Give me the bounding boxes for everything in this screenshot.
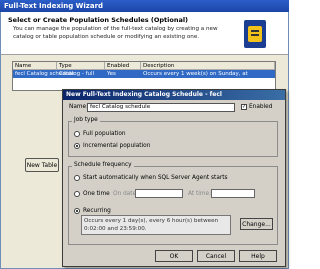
column-header-name[interactable]: Name xyxy=(13,62,57,70)
new-table-button[interactable]: New Table xyxy=(25,158,59,172)
enabled-label: Enabled xyxy=(249,104,273,110)
name-label: Name: xyxy=(69,104,89,110)
start-automatically-label: Start automatically when SQL Server Agen… xyxy=(83,175,228,181)
table-row[interactable]: fecl Catalog schedule Catalog - full Yes… xyxy=(13,70,275,78)
at-time-label: At time: xyxy=(188,191,212,197)
column-header-description[interactable]: Description xyxy=(141,62,275,70)
cancel-button[interactable]: Cancel xyxy=(197,250,235,262)
schedule-dialog: New Full-Text Indexing Catalog Schedule … xyxy=(62,89,286,267)
incremental-population-label: Incremental population xyxy=(83,143,151,149)
wizard-heading: Select or Create Population Schedules (O… xyxy=(8,16,189,24)
one-time-radio[interactable] xyxy=(74,191,80,197)
schedule-type-cell: Catalog - full xyxy=(59,71,95,77)
one-time-label: One time xyxy=(83,191,110,197)
recurring-description: Occurs every 1 day(s), every 6 hour(s) b… xyxy=(81,215,231,235)
name-input[interactable]: fecl Catalog schedule xyxy=(87,103,235,112)
incremental-population-radio[interactable] xyxy=(74,143,80,149)
start-automatically-radio[interactable] xyxy=(74,175,80,181)
full-population-label: Full population xyxy=(83,131,126,137)
ok-button[interactable]: OK xyxy=(155,250,193,262)
one-time-date-field[interactable] xyxy=(135,189,183,198)
one-time-time-field[interactable] xyxy=(211,189,255,198)
catalog-schedule-icon xyxy=(244,20,266,48)
recurring-label: Recurring xyxy=(83,208,111,214)
schedule-list[interactable]: Name Type Enabled Description fecl Catal… xyxy=(12,61,276,91)
wizard-title: Full-Text Indexing Wizard xyxy=(0,0,289,12)
job-type-legend: Job type xyxy=(72,117,100,123)
schedule-enabled-cell: Yes xyxy=(107,71,116,77)
schedule-frequency-legend: Schedule frequency xyxy=(72,162,134,168)
schedule-description-cell: Occurs every 1 week(s) on Sunday, at xyxy=(143,71,248,77)
column-header-type[interactable]: Type xyxy=(57,62,105,70)
column-header-enabled[interactable]: Enabled xyxy=(105,62,141,70)
wizard-header: Select or Create Population Schedules (O… xyxy=(1,12,288,55)
full-population-radio[interactable] xyxy=(74,131,80,137)
recurring-radio[interactable] xyxy=(74,208,80,214)
help-button[interactable]: Help xyxy=(239,250,277,262)
dialog-title: New Full-Text Indexing Catalog Schedule … xyxy=(63,90,285,100)
change-schedule-button[interactable]: Change... xyxy=(240,218,273,230)
job-type-group xyxy=(68,121,278,157)
enabled-checkbox[interactable]: ✓ xyxy=(241,104,247,110)
wizard-description: You can manage the population of the ful… xyxy=(13,26,218,40)
